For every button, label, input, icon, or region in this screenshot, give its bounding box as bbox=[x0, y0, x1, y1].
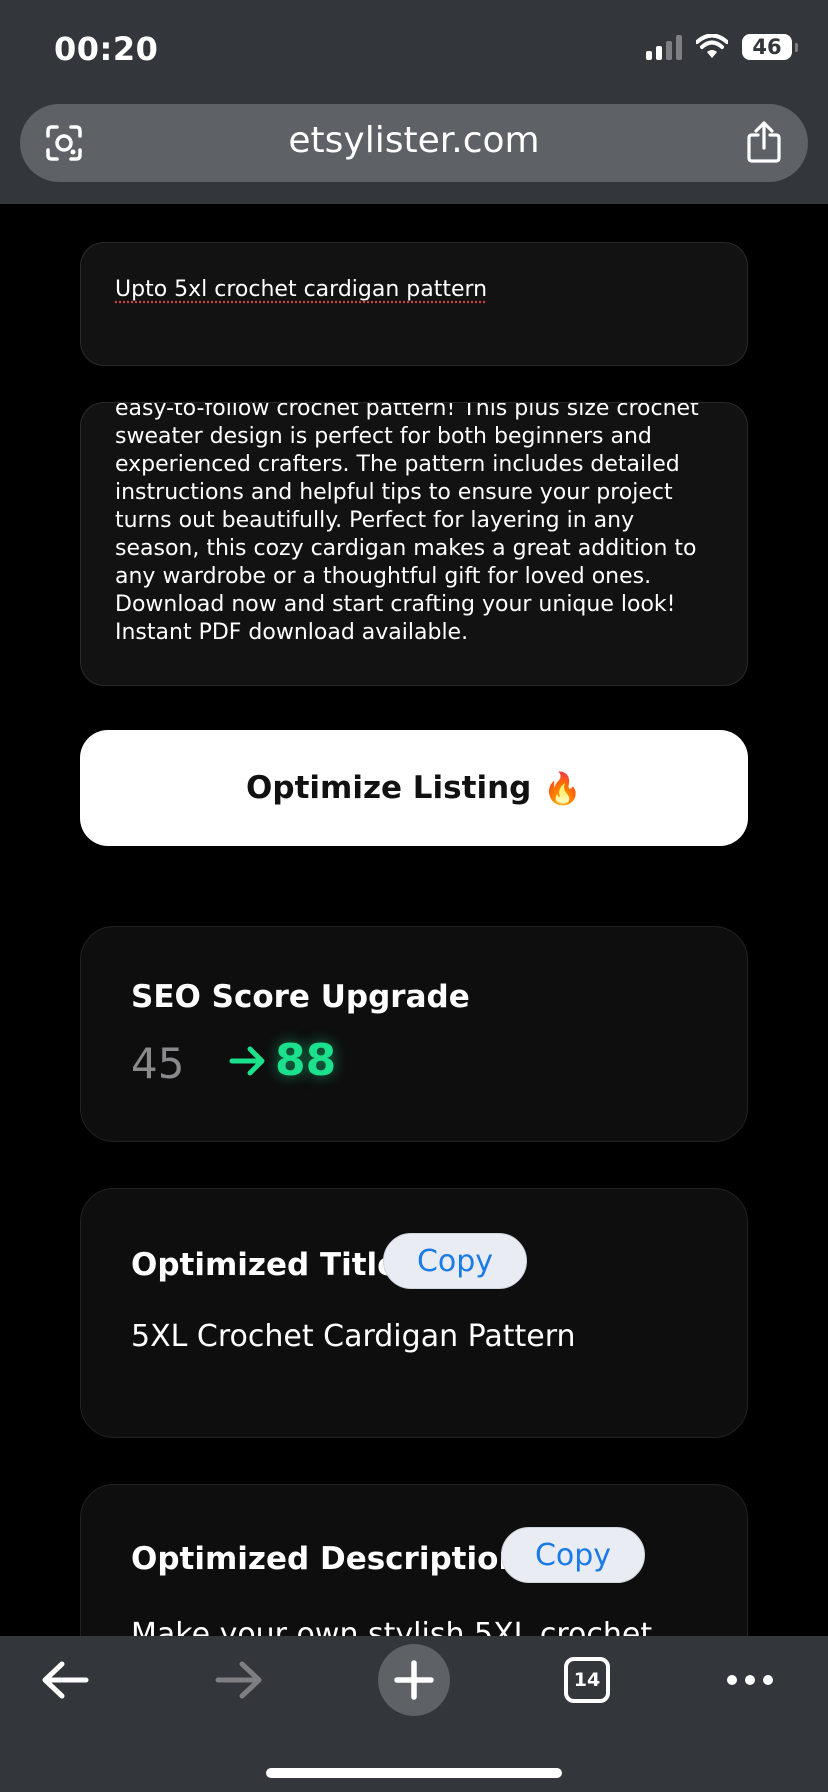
seo-new-score: 88 bbox=[275, 1035, 337, 1086]
tabs-button[interactable]: 14 bbox=[564, 1657, 610, 1703]
browser-top-bar: 00:20 46 etsylister.com bbox=[0, 0, 828, 204]
back-arrow-icon[interactable] bbox=[40, 1660, 90, 1700]
status-icons: 46 bbox=[646, 34, 798, 60]
copy-description-button[interactable]: Copy bbox=[501, 1527, 645, 1583]
listing-title-input[interactable]: Upto 5xl crochet cardigan pattern bbox=[80, 242, 748, 366]
seo-new-score-group: 88 bbox=[229, 1035, 336, 1086]
copy-title-button[interactable]: Copy bbox=[383, 1233, 527, 1289]
plus-icon bbox=[394, 1660, 434, 1700]
forward-arrow-icon[interactable] bbox=[214, 1660, 264, 1700]
battery-indicator: 46 bbox=[742, 34, 798, 60]
optimized-title-value: 5XL Crochet Cardigan Pattern bbox=[131, 1319, 576, 1354]
share-icon[interactable] bbox=[746, 121, 782, 163]
more-dots-icon[interactable] bbox=[726, 1674, 774, 1686]
optimize-listing-label: Optimize Listing bbox=[246, 770, 532, 806]
home-indicator bbox=[266, 1768, 562, 1778]
arrow-right-icon bbox=[229, 1046, 265, 1075]
optimized-description-heading: Optimized Description bbox=[131, 1541, 521, 1577]
seo-score-heading: SEO Score Upgrade bbox=[131, 979, 470, 1015]
fire-icon: 🔥 bbox=[543, 770, 582, 807]
status-time: 00:20 bbox=[54, 30, 159, 68]
cellular-signal-icon bbox=[646, 34, 682, 60]
seo-score-card: SEO Score Upgrade 45 88 bbox=[80, 926, 748, 1142]
page-content: Upto 5xl crochet cardigan pattern easy-t… bbox=[0, 204, 828, 1636]
url-text[interactable]: etsylister.com bbox=[20, 120, 808, 161]
optimize-listing-button[interactable]: Optimize Listing 🔥 bbox=[80, 730, 748, 846]
optimized-title-heading: Optimized Title bbox=[131, 1247, 399, 1283]
new-tab-button[interactable] bbox=[378, 1644, 450, 1716]
seo-old-score: 45 bbox=[131, 1039, 185, 1088]
listing-title-text[interactable]: Upto 5xl crochet cardigan pattern bbox=[115, 277, 487, 302]
listing-description-text[interactable]: easy-to-follow crochet pattern! This plu… bbox=[115, 403, 717, 647]
listing-description-input[interactable]: easy-to-follow crochet pattern! This plu… bbox=[80, 402, 748, 686]
browser-bottom-toolbar: 14 bbox=[0, 1636, 828, 1792]
optimized-description-value: Make your own stylish 5XL crochet bbox=[131, 1617, 653, 1636]
optimized-description-card: Optimized Description Copy Make your own… bbox=[80, 1484, 748, 1636]
address-bar[interactable]: etsylister.com bbox=[20, 104, 808, 182]
wifi-icon bbox=[696, 34, 728, 58]
optimized-title-card: Optimized Title Copy 5XL Crochet Cardiga… bbox=[80, 1188, 748, 1438]
